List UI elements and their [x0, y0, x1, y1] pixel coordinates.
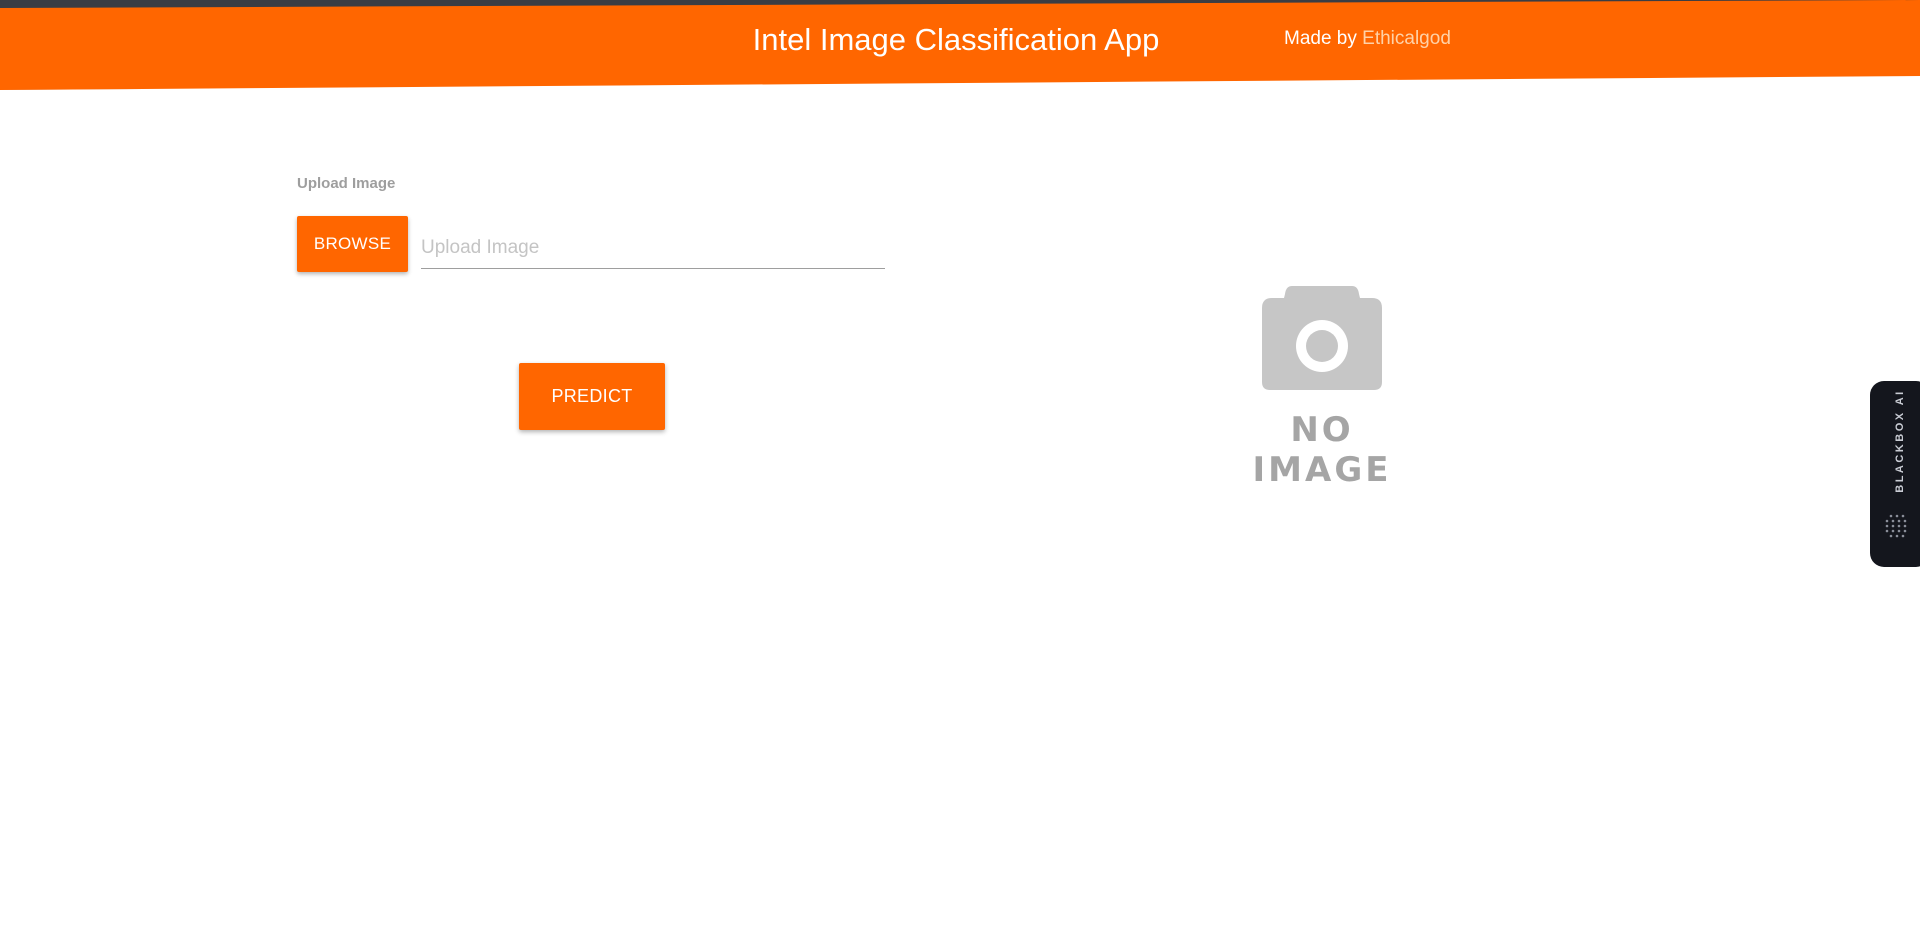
camera-icon: [1262, 286, 1382, 390]
blackbox-logo-icon: [1885, 514, 1907, 538]
blackbox-ai-label: BLACKBOX AI: [1894, 389, 1906, 493]
app-header: Intel Image Classification App Made by E…: [0, 0, 1920, 90]
no-image-text: NO IMAGE: [1252, 410, 1392, 490]
upload-image-field[interactable]: [421, 228, 885, 269]
app-title: Intel Image Classification App: [752, 22, 1160, 57]
predict-button[interactable]: PREDICT: [519, 363, 665, 430]
author-link[interactable]: Ethicalgod: [1362, 28, 1451, 49]
browse-button[interactable]: BROWSE: [297, 216, 408, 272]
upload-image-label: Upload Image: [297, 175, 396, 192]
made-by-credit: Made by Ethicalgod: [1284, 28, 1451, 50]
blackbox-ai-tab[interactable]: BLACKBOX AI: [1870, 381, 1920, 567]
image-preview: NO IMAGE: [1222, 282, 1422, 490]
made-by-prefix: Made by: [1284, 28, 1363, 49]
